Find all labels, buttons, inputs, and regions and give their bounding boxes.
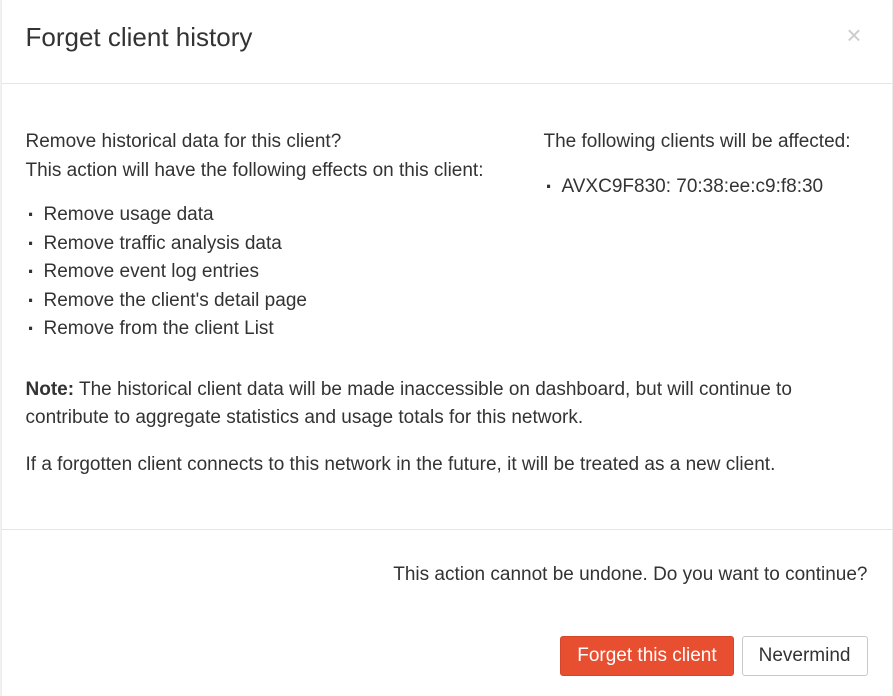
effects-column: Remove historical data for this client? …	[26, 128, 484, 344]
effects-list: Remove usage data Remove traffic analysi…	[26, 201, 484, 344]
note-text: The historical client data will be made …	[26, 379, 792, 429]
nevermind-button[interactable]: Nevermind	[742, 636, 868, 676]
note-label: Note:	[26, 379, 75, 400]
list-item: Remove usage data	[26, 201, 484, 230]
list-item: Remove the client's detail page	[26, 287, 484, 316]
list-item: Remove from the client List	[26, 315, 484, 344]
modal-footer: This action cannot be undone. Do you wan…	[2, 530, 892, 696]
close-icon: ×	[846, 20, 861, 50]
intro-effects: This action will have the following effe…	[26, 157, 484, 186]
future-text: If a forgotten client connects to this n…	[26, 451, 868, 480]
clients-list: AVXC9F830: 70:38:ee:c9:f8:30	[544, 173, 868, 202]
intro-question: Remove historical data for this client?	[26, 128, 484, 157]
forget-client-button[interactable]: Forget this client	[560, 636, 733, 676]
list-item: Remove event log entries	[26, 258, 484, 287]
clients-column: The following clients will be affected: …	[544, 128, 868, 344]
forget-client-modal: Forget client history × Remove historica…	[2, 0, 892, 696]
list-item: Remove traffic analysis data	[26, 230, 484, 259]
modal-title: Forget client history	[26, 22, 253, 53]
button-row: Forget this client Nevermind	[26, 636, 868, 676]
modal-header: Forget client history ×	[2, 0, 892, 84]
list-item: AVXC9F830: 70:38:ee:c9:f8:30	[544, 173, 868, 202]
modal-body: Remove historical data for this client? …	[2, 84, 892, 530]
close-button[interactable]: ×	[840, 22, 867, 48]
affected-heading: The following clients will be affected:	[544, 128, 868, 157]
note-paragraph: Note: The historical client data will be…	[26, 376, 868, 433]
footer-warning: This action cannot be undone. Do you wan…	[26, 564, 868, 586]
